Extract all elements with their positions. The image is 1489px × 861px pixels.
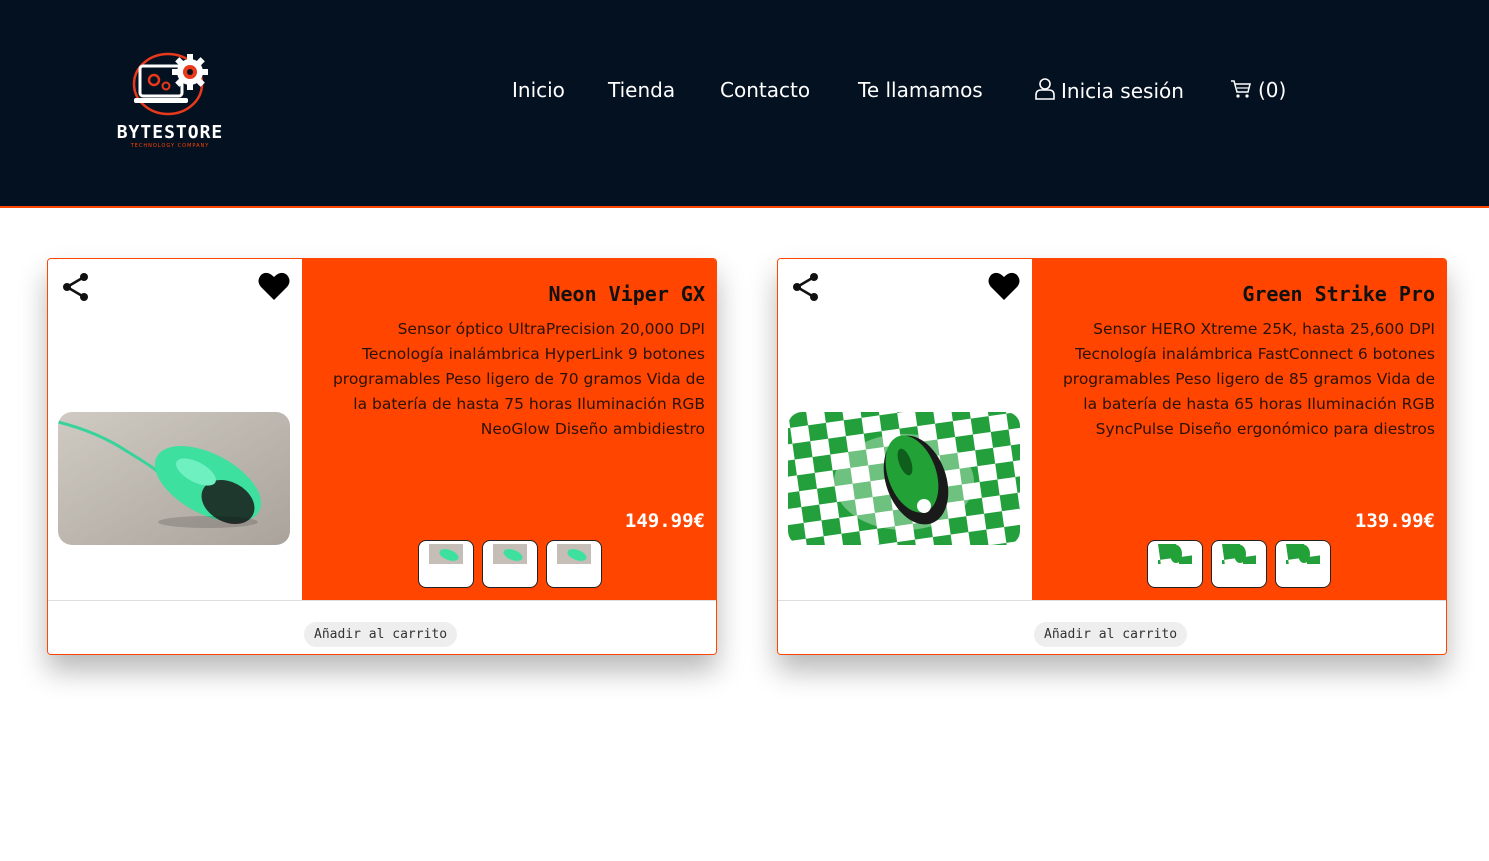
thumbnail[interactable] [1275, 540, 1331, 588]
product-price: 139.99€ [1354, 510, 1435, 532]
card-footer: Añadir al carrito [778, 600, 1446, 654]
product-media [778, 259, 1032, 600]
thumbnail[interactable] [482, 540, 538, 588]
share-icon[interactable] [60, 271, 92, 303]
heart-icon[interactable] [988, 271, 1020, 301]
share-icon[interactable] [790, 271, 822, 303]
add-to-cart-button[interactable]: Añadir al carrito [1034, 622, 1188, 647]
user-icon [1035, 78, 1055, 100]
product-card: Green Strike Pro Sensor HERO Xtreme 25K,… [777, 258, 1447, 655]
login-label: Inicia sesión [1061, 79, 1184, 103]
nav-te-llamamos[interactable]: Te llamamos [858, 78, 983, 102]
product-title: Neon Viper GX [548, 282, 705, 306]
cart-count: (0) [1258, 78, 1287, 102]
heart-icon[interactable] [258, 271, 290, 301]
thumbnail[interactable] [546, 540, 602, 588]
nav-contacto[interactable]: Contacto [720, 78, 810, 102]
site-header: BYTESTORE TECHNOLOGY COMPANY Inicio Tien… [0, 0, 1489, 208]
product-description: Sensor HERO Xtreme 25K, hasta 25,600 DPI… [1062, 320, 1435, 438]
card-footer: Añadir al carrito [48, 600, 716, 654]
product-info: Green Strike Pro Sensor HERO Xtreme 25K,… [1032, 259, 1446, 600]
cart-icon [1231, 80, 1251, 98]
logo-tagline: TECHNOLOGY COMPANY [130, 143, 210, 149]
add-to-cart-button[interactable]: Añadir al carrito [304, 622, 458, 647]
thumbnail[interactable] [418, 540, 474, 588]
thumbnail[interactable] [1147, 540, 1203, 588]
product-card: Neon Viper GX Sensor óptico UltraPrecisi… [47, 258, 717, 655]
product-image[interactable] [58, 412, 290, 545]
thumbnail-strip [418, 540, 604, 588]
logo-name: BYTESTORE [116, 122, 224, 143]
thumbnail-strip [1147, 540, 1333, 588]
nav-login[interactable]: Inicia sesión [1035, 78, 1184, 103]
product-media [48, 259, 302, 600]
product-title: Green Strike Pro [1242, 282, 1435, 306]
nav-inicio[interactable]: Inicio [512, 78, 565, 102]
product-image[interactable] [788, 412, 1020, 545]
product-info: Neon Viper GX Sensor óptico UltraPrecisi… [302, 259, 716, 600]
logo-graphic [132, 52, 208, 116]
product-price: 149.99€ [624, 510, 705, 532]
nav-cart[interactable]: (0) [1230, 78, 1286, 102]
brand-logo[interactable]: BYTESTORE TECHNOLOGY COMPANY [100, 44, 242, 152]
thumbnail[interactable] [1211, 540, 1267, 588]
nav-tienda[interactable]: Tienda [608, 78, 675, 102]
product-description: Sensor óptico UltraPrecision 20,000 DPI … [332, 320, 705, 438]
